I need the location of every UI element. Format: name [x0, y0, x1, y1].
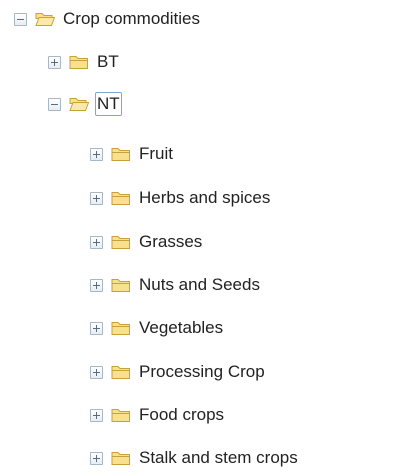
folder-icon [111, 409, 130, 422]
tree-node-label[interactable]: Food crops [137, 404, 226, 426]
tree-node-crop-commodities[interactable]: Crop commodities [14, 4, 202, 34]
expand-toggle-icon[interactable] [90, 235, 103, 249]
expand-toggle-icon[interactable] [90, 451, 103, 465]
tree-node-label[interactable]: BT [95, 51, 121, 73]
folder-icon [111, 192, 130, 205]
collapse-toggle-icon[interactable] [48, 97, 61, 111]
tree-node-label[interactable]: Grasses [137, 231, 204, 253]
tree-node-herbs-and-spices[interactable]: Herbs and spices [90, 183, 272, 213]
tree-node-processing-crop[interactable]: Processing Crop [90, 357, 267, 387]
expand-toggle-icon[interactable] [90, 147, 103, 161]
tree-node-vegetables[interactable]: Vegetables [90, 313, 225, 343]
expand-toggle-icon[interactable] [90, 321, 103, 335]
tree-node-nuts-and-seeds[interactable]: Nuts and Seeds [90, 270, 262, 300]
tree-node-food-crops[interactable]: Food crops [90, 400, 226, 430]
collapse-toggle-icon[interactable] [14, 12, 27, 26]
expand-toggle-icon[interactable] [90, 408, 103, 422]
folder-icon [111, 236, 130, 249]
folder-icon [111, 366, 130, 379]
tree-node-label[interactable]: Nuts and Seeds [137, 274, 262, 296]
expand-toggle-icon[interactable] [90, 278, 103, 292]
tree-node-label[interactable]: Herbs and spices [137, 187, 272, 209]
tree-node-fruit[interactable]: Fruit [90, 139, 175, 169]
folder-open-icon [35, 13, 55, 26]
folder-icon [111, 148, 130, 161]
tree-node-label[interactable]: Stalk and stem crops [137, 447, 300, 469]
expand-toggle-icon[interactable] [90, 365, 103, 379]
expand-toggle-icon[interactable] [90, 191, 103, 205]
tree-node-label-selected[interactable]: NT [95, 92, 122, 116]
tree-node-label[interactable]: Fruit [137, 143, 175, 165]
folder-open-icon [69, 98, 89, 111]
tree-view: Crop commodities BT NT Fruit Herbs and s… [0, 0, 393, 475]
tree-node-label[interactable]: Vegetables [137, 317, 225, 339]
tree-node-nt[interactable]: NT [48, 89, 122, 119]
tree-node-bt[interactable]: BT [48, 47, 121, 77]
folder-icon [111, 279, 130, 292]
folder-icon [69, 56, 88, 69]
tree-node-label[interactable]: Crop commodities [61, 8, 202, 30]
tree-node-grasses[interactable]: Grasses [90, 227, 204, 257]
folder-icon [111, 322, 130, 335]
expand-toggle-icon[interactable] [48, 55, 61, 69]
folder-icon [111, 452, 130, 465]
tree-node-label[interactable]: Processing Crop [137, 361, 267, 383]
tree-node-stalk-and-stem-crops[interactable]: Stalk and stem crops [90, 443, 300, 473]
